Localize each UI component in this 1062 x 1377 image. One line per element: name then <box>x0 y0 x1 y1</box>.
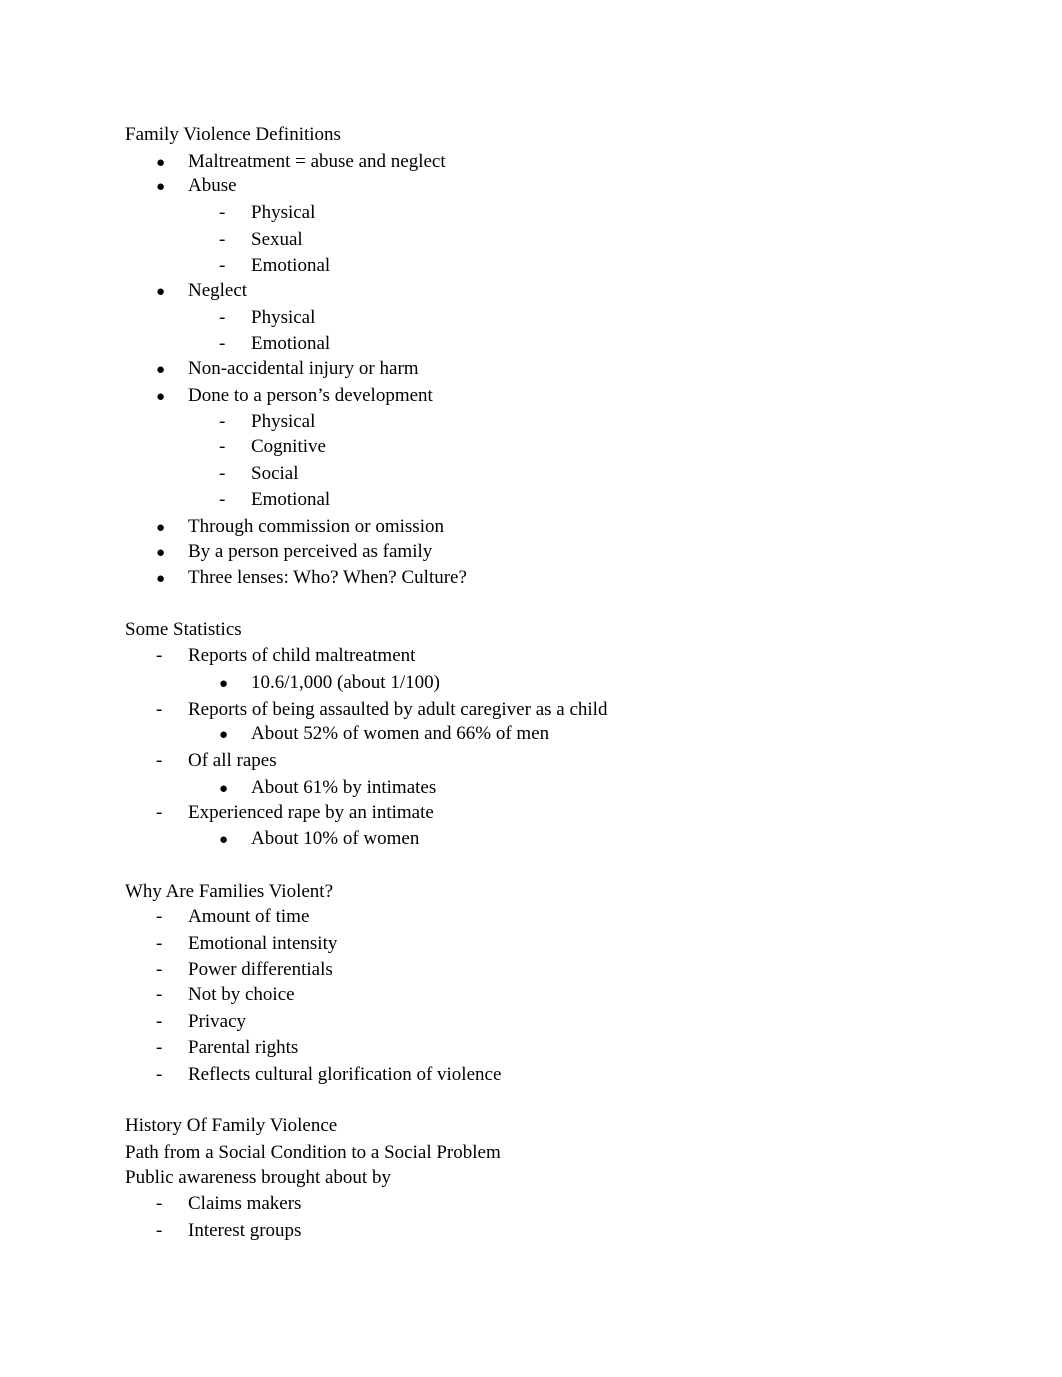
dash-icon: - <box>156 1193 163 1214</box>
paragraph: Public awareness brought about by <box>125 1167 391 1188</box>
list-item-text: Abuse <box>188 175 237 196</box>
dash-icon: - <box>219 307 226 328</box>
dash-icon: - <box>219 229 226 250</box>
list-item-text: Through commission or omission <box>188 516 444 537</box>
dash-icon: - <box>219 202 226 223</box>
list-item-text: Parental rights <box>188 1037 299 1058</box>
dash-icon: - <box>219 255 226 276</box>
list-item-text: Emotional <box>251 255 331 276</box>
list-item-text: Not by choice <box>188 984 295 1005</box>
bullet-icon: ● <box>156 520 166 536</box>
list-item-text: Reflects cultural glorification of viole… <box>188 1064 502 1085</box>
list-item-text: Non-accidental injury or harm <box>188 358 419 379</box>
list-item-text: Privacy <box>188 1011 247 1032</box>
dash-icon: - <box>156 933 163 954</box>
list-item-text: Reports of being assaulted by adult care… <box>188 699 608 720</box>
dash-icon: - <box>219 411 226 432</box>
bullet-icon: ● <box>156 155 166 171</box>
dash-icon: - <box>156 1220 163 1241</box>
list-item-text: Emotional <box>251 333 331 354</box>
list-item-text: About 10% of women <box>251 828 420 849</box>
list-item-text: 10.6/1,000 (about 1/100) <box>251 672 440 693</box>
bullet-icon: ● <box>156 284 166 300</box>
list-item-text: Physical <box>251 411 316 432</box>
dash-icon: - <box>156 1037 163 1058</box>
bullet-icon: ● <box>156 179 166 195</box>
list-item-text: Experienced rape by an intimate <box>188 802 434 823</box>
list-item-text: Maltreatment = abuse and neglect <box>188 151 446 172</box>
list-item-text: Emotional <box>251 489 331 510</box>
bullet-icon: ● <box>156 389 166 405</box>
list-item-text: Claims makers <box>188 1193 302 1214</box>
list-item-text: Done to a person’s development <box>188 385 433 406</box>
section-heading-why-violent: Why Are Families Violent? <box>125 881 333 902</box>
bullet-icon: ● <box>219 832 229 848</box>
bullet-icon: ● <box>156 571 166 587</box>
list-item-text: Sexual <box>251 229 303 250</box>
dash-icon: - <box>156 1011 163 1032</box>
dash-icon: - <box>219 333 226 354</box>
list-item-text: About 61% by intimates <box>251 777 437 798</box>
list-item-text: Cognitive <box>251 436 326 457</box>
bullet-icon: ● <box>156 362 166 378</box>
bullet-icon: ● <box>219 781 229 797</box>
list-item-text: Three lenses: Who? When? Culture? <box>188 567 467 588</box>
dash-icon: - <box>156 984 163 1005</box>
list-item-text: About 52% of women and 66% of men <box>251 723 550 744</box>
list-item-text: Amount of time <box>188 906 310 927</box>
list-item-text: By a person perceived as family <box>188 541 433 562</box>
dash-icon: - <box>156 645 163 666</box>
section-heading-history: History Of Family Violence <box>125 1115 338 1136</box>
list-item-text: Social <box>251 463 299 484</box>
list-item-text: Interest groups <box>188 1220 302 1241</box>
bullet-icon: ● <box>156 545 166 561</box>
dash-icon: - <box>219 436 226 457</box>
paragraph: Path from a Social Condition to a Social… <box>125 1142 501 1163</box>
dash-icon: - <box>156 906 163 927</box>
dash-icon: - <box>219 489 226 510</box>
list-item-text: Power differentials <box>188 959 333 980</box>
list-item-text: Physical <box>251 202 316 223</box>
list-item-text: Of all rapes <box>188 750 277 771</box>
list-item-text: Reports of child maltreatment <box>188 645 416 666</box>
list-item-text: Neglect <box>188 280 248 301</box>
dash-icon: - <box>219 463 226 484</box>
dash-icon: - <box>156 959 163 980</box>
list-item-text: Emotional intensity <box>188 933 338 954</box>
bullet-icon: ● <box>219 676 229 692</box>
section-heading-definitions: Family Violence Definitions <box>125 124 341 145</box>
bullet-icon: ● <box>219 727 229 743</box>
section-heading-statistics: Some Statistics <box>125 619 242 640</box>
dash-icon: - <box>156 750 163 771</box>
dash-icon: - <box>156 802 163 823</box>
document-page: Family Violence Definitions ● Maltreatme… <box>0 0 1062 1377</box>
list-item-text: Physical <box>251 307 316 328</box>
dash-icon: - <box>156 699 163 720</box>
dash-icon: - <box>156 1064 163 1085</box>
